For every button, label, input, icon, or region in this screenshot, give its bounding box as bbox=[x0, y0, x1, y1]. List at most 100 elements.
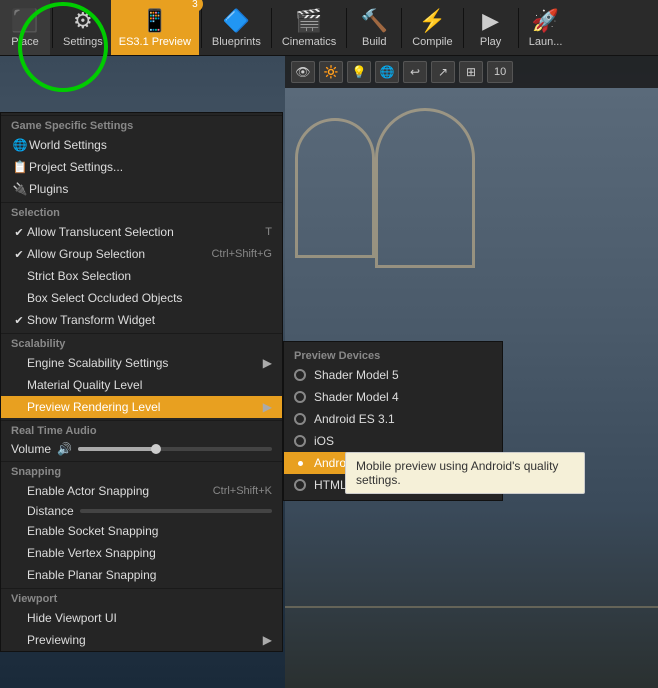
volume-row: Volume 🔊 bbox=[1, 439, 282, 459]
show-transform-label: Show Transform Widget bbox=[27, 313, 272, 327]
show-transform-check: ✔ bbox=[11, 314, 27, 327]
cinematics-icon: 🎬 bbox=[295, 8, 322, 34]
menu-item-planar-snapping[interactable]: Enable Planar Snapping bbox=[1, 564, 282, 586]
toolbar-label-place: Place bbox=[11, 36, 39, 48]
menu-item-vertex-snapping[interactable]: Enable Vertex Snapping bbox=[1, 542, 282, 564]
viewport-label: Viewport bbox=[1, 588, 282, 607]
menu-item-strict-box[interactable]: Strict Box Selection bbox=[1, 265, 282, 287]
volume-label: Volume bbox=[11, 442, 51, 456]
radio-shader4 bbox=[294, 391, 306, 403]
planar-snapping-label: Enable Planar Snapping bbox=[27, 568, 272, 582]
toolbar-btn-settings[interactable]: ⚙ Settings bbox=[55, 0, 111, 55]
volume-slider[interactable] bbox=[78, 447, 272, 451]
toolbar-label-es31: ES3.1 Preview bbox=[119, 36, 191, 48]
scalability-label: Scalability bbox=[1, 333, 282, 352]
menu-item-hide-viewport-ui[interactable]: Hide Viewport UI bbox=[1, 607, 282, 629]
submenu-item-ios[interactable]: iOS bbox=[284, 430, 502, 452]
menu-item-project-settings[interactable]: 📋 Project Settings... bbox=[1, 156, 282, 178]
preview-rendering-label: Preview Rendering Level bbox=[27, 400, 263, 414]
group-selection-shortcut: Ctrl+Shift+G bbox=[211, 248, 272, 260]
volume-icon: 🔊 bbox=[57, 442, 72, 456]
menu-item-engine-scalability[interactable]: Engine Scalability Settings ▶ bbox=[1, 352, 282, 374]
group-selection-check: ✔ bbox=[11, 248, 27, 261]
selection-label: Selection bbox=[1, 202, 282, 221]
vp-btn-perspective[interactable]: 👁 bbox=[291, 61, 315, 83]
menu-item-show-transform[interactable]: ✔ Show Transform Widget bbox=[1, 309, 282, 331]
game-specific-label: Game Specific Settings bbox=[1, 115, 282, 134]
world-settings-icon: 🌐 bbox=[11, 138, 29, 152]
play-icon: ▶ bbox=[482, 8, 499, 34]
vp-btn-lit[interactable]: 🔆 bbox=[319, 61, 343, 83]
submenu-item-shader5[interactable]: Shader Model 5 bbox=[284, 364, 502, 386]
menu-item-actor-snapping[interactable]: Enable Actor Snapping Ctrl+Shift+K bbox=[1, 480, 282, 502]
plugins-label: Plugins bbox=[29, 182, 272, 196]
toolbar-label-cinematics: Cinematics bbox=[282, 36, 336, 48]
previewing-label: Previewing bbox=[27, 633, 263, 647]
hide-viewport-label: Hide Viewport UI bbox=[27, 611, 272, 625]
actor-snapping-label: Enable Actor Snapping bbox=[27, 484, 213, 498]
volume-slider-fill bbox=[78, 447, 156, 451]
toolbar-separator-4 bbox=[346, 8, 347, 48]
material-quality-label: Material Quality Level bbox=[27, 378, 272, 392]
menu-item-previewing[interactable]: Previewing ▶ bbox=[1, 629, 282, 651]
menu-item-group-selection[interactable]: ✔ Allow Group Selection Ctrl+Shift+G bbox=[1, 243, 282, 265]
menu-item-world-settings[interactable]: 🌐 World Settings bbox=[1, 134, 282, 156]
project-settings-label: Project Settings... bbox=[29, 160, 272, 174]
toolbar-btn-build[interactable]: 🔨 Build bbox=[349, 0, 399, 55]
menu-item-socket-snapping[interactable]: Enable Socket Snapping bbox=[1, 520, 282, 542]
vp-number: 10 bbox=[494, 66, 506, 78]
floor-line bbox=[285, 606, 658, 608]
toolbar-btn-play[interactable]: ▶ Play bbox=[466, 0, 516, 55]
realtime-audio-label: Real Time Audio bbox=[1, 420, 282, 439]
radio-ios bbox=[294, 435, 306, 447]
vp-btn-world[interactable]: 🌐 bbox=[375, 61, 399, 83]
menu-item-box-select-occluded[interactable]: Box Select Occluded Objects bbox=[1, 287, 282, 309]
volume-slider-thumb bbox=[151, 444, 161, 454]
settings-dropdown: Game Specific Settings 🌐 World Settings … bbox=[0, 112, 283, 652]
launch-icon: 🚀 bbox=[532, 8, 559, 34]
menu-item-preview-rendering[interactable]: Preview Rendering Level ▶ bbox=[1, 396, 282, 418]
radio-shader5 bbox=[294, 369, 306, 381]
toolbar-label-settings: Settings bbox=[63, 36, 103, 48]
android-es31-label: Android ES 3.1 bbox=[314, 412, 395, 426]
toolbar-label-play: Play bbox=[480, 36, 501, 48]
strict-box-label: Strict Box Selection bbox=[27, 269, 272, 283]
menu-item-material-quality[interactable]: Material Quality Level bbox=[1, 374, 282, 396]
radio-android-es31 bbox=[294, 413, 306, 425]
toolbar-btn-es31[interactable]: 📱 ES3.1 Preview 3 bbox=[111, 0, 199, 55]
toolbar-btn-compile[interactable]: ⚡ Compile bbox=[404, 0, 460, 55]
toolbar-label-blueprints: Blueprints bbox=[212, 36, 261, 48]
distance-slider[interactable] bbox=[80, 509, 272, 513]
toolbar-btn-blueprints[interactable]: 🔷 Blueprints bbox=[204, 0, 269, 55]
toolbar-btn-place[interactable]: ⬛ Place bbox=[0, 0, 50, 55]
toolbar-btn-cinematics[interactable]: 🎬 Cinematics bbox=[274, 0, 344, 55]
shader5-label: Shader Model 5 bbox=[314, 368, 399, 382]
group-selection-label: Allow Group Selection bbox=[27, 247, 211, 261]
preview-devices-title: Preview Devices bbox=[284, 346, 502, 364]
vp-btn-redo[interactable]: ↗ bbox=[431, 61, 455, 83]
translucent-selection-label: Allow Translucent Selection bbox=[27, 225, 265, 239]
toolbar-btn-launch[interactable]: 🚀 Laun... bbox=[521, 0, 571, 55]
toolbar-separator bbox=[52, 8, 53, 48]
toolbar-label-launch: Laun... bbox=[529, 36, 563, 48]
toolbar-separator-7 bbox=[518, 8, 519, 48]
submenu-item-shader4[interactable]: Shader Model 4 bbox=[284, 386, 502, 408]
distance-row: Distance bbox=[1, 502, 282, 520]
compile-icon: ⚡ bbox=[419, 8, 446, 34]
vp-btn-grid[interactable]: ⊞ bbox=[459, 61, 483, 83]
menu-item-translucent-selection[interactable]: ✔ Allow Translucent Selection T bbox=[1, 221, 282, 243]
submenu-item-android-es31[interactable]: Android ES 3.1 bbox=[284, 408, 502, 430]
vp-num-display[interactable]: 10 bbox=[487, 61, 513, 83]
arch-decoration-mid bbox=[375, 108, 475, 268]
vp-btn-undo[interactable]: ↩ bbox=[403, 61, 427, 83]
project-settings-icon: 📋 bbox=[11, 160, 29, 174]
toolbar-label-build: Build bbox=[362, 36, 386, 48]
vp-btn-show[interactable]: 💡 bbox=[347, 61, 371, 83]
translucent-selection-shortcut: T bbox=[265, 226, 272, 238]
arch-decoration-left bbox=[295, 118, 375, 258]
radio-android-es2 bbox=[294, 457, 306, 469]
tooltip-text: Mobile preview using Android's quality s… bbox=[356, 459, 558, 487]
menu-item-plugins[interactable]: 🔌 Plugins bbox=[1, 178, 282, 200]
build-icon: 🔨 bbox=[361, 8, 388, 34]
toolbar-separator-5 bbox=[401, 8, 402, 48]
